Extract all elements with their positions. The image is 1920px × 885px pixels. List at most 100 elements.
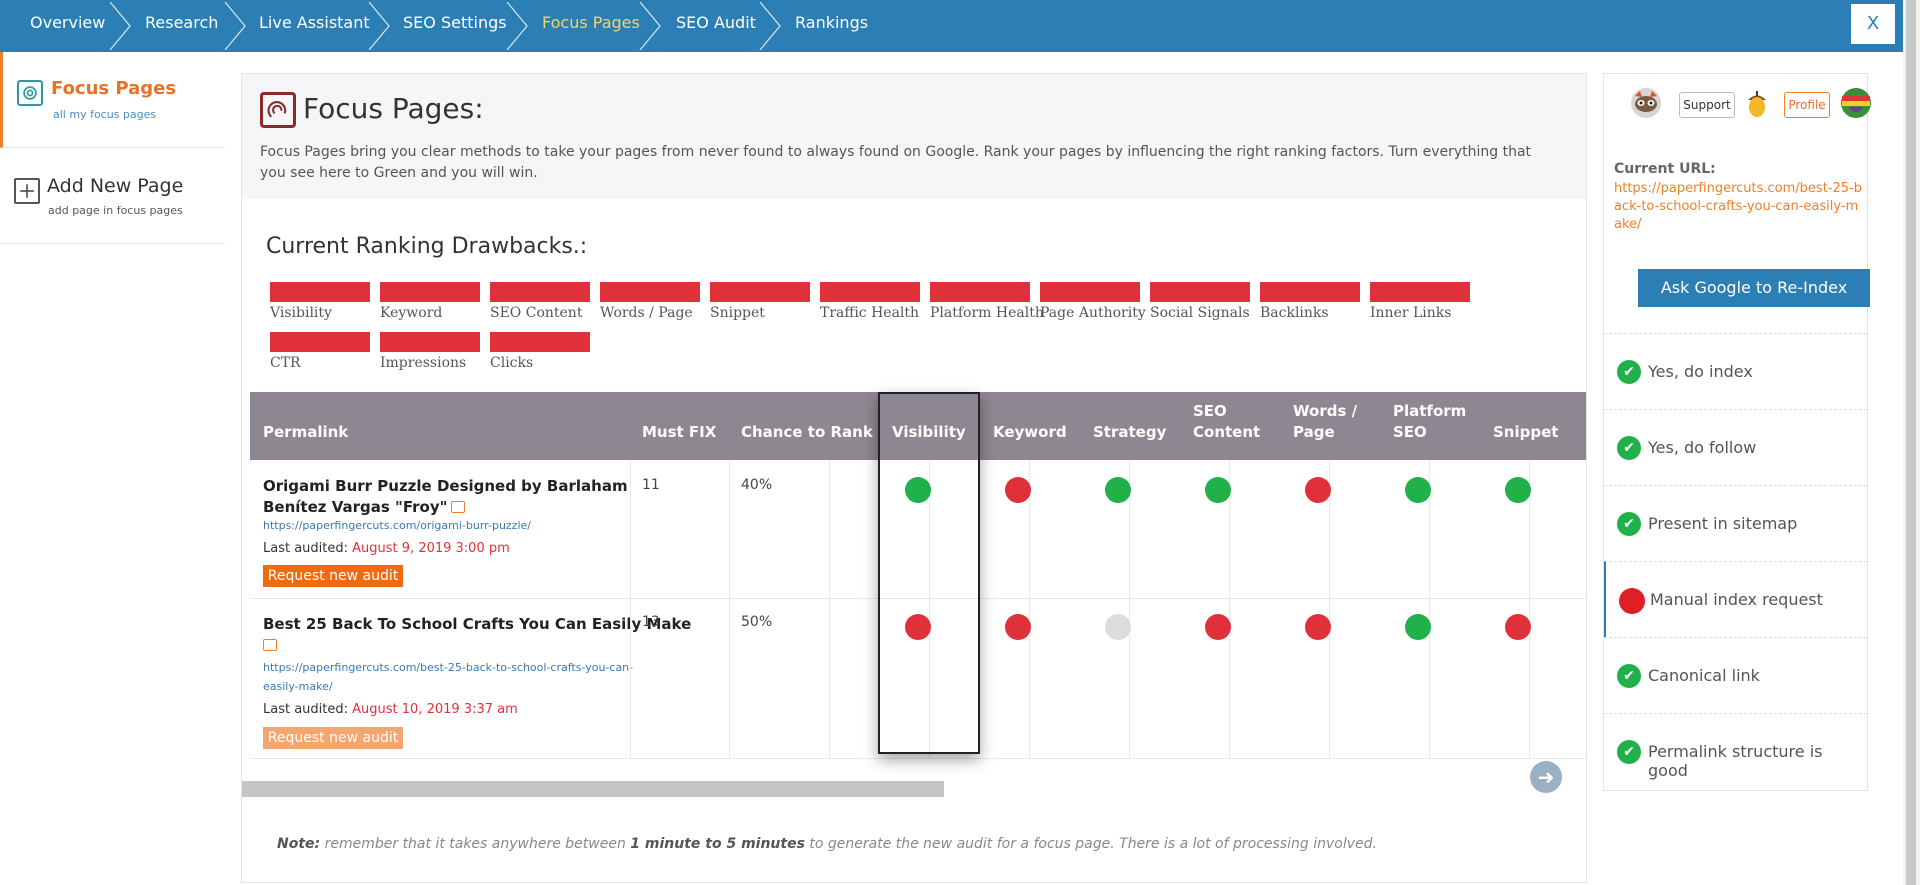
table-header: Permalink Must FIX Chance to Rank Visibi…: [250, 392, 1586, 460]
profile-button[interactable]: Profile: [1784, 92, 1830, 118]
drawback-bar: [1150, 282, 1250, 302]
error-dot-icon: [1619, 588, 1645, 614]
breadcrumb-separator-icon: [109, 2, 131, 50]
acorn-icon[interactable]: [1741, 87, 1773, 119]
column-header-seo-content: SEO Content: [1193, 401, 1260, 443]
nav-overview[interactable]: Overview: [30, 0, 105, 52]
column-header-keyword: Keyword: [993, 423, 1067, 441]
must-fix-count: 11: [642, 477, 660, 493]
column-header-visibility: Visibility: [892, 423, 966, 441]
drawback-bar: [270, 282, 370, 302]
breadcrumb-separator-icon: [224, 2, 246, 50]
status-dot-grey: [1105, 614, 1131, 640]
drawback-label: Snippet: [710, 305, 765, 321]
horizontal-scrollbar-thumb[interactable]: [242, 781, 944, 797]
page-title-link[interactable]: Origami Burr Puzzle Designed by Barlaham…: [263, 476, 628, 518]
drawback-bar: [380, 332, 480, 352]
nav-rankings[interactable]: Rankings: [795, 0, 868, 52]
sidebar-item-subtitle: all my focus pages: [53, 108, 157, 121]
index-check-item: ✔ Canonical link: [1604, 637, 1867, 713]
nav-live-assistant[interactable]: Live Assistant: [259, 0, 370, 52]
header-line: Words /: [1293, 402, 1358, 420]
edit-icon[interactable]: [451, 501, 466, 513]
nav-seo-settings[interactable]: SEO Settings: [403, 0, 507, 52]
note-text: remember that it takes anywhere between: [324, 836, 626, 852]
page-title-link[interactable]: Best 25 Back To School Crafts You Can Ea…: [263, 614, 691, 656]
sidebar-item-add-new-page[interactable]: Add New Page add page in focus pages: [0, 148, 225, 244]
raccoon-avatar-icon[interactable]: [1630, 87, 1662, 119]
check-label: Permalink structure is good: [1648, 742, 1823, 780]
status-dot-red: [1305, 477, 1331, 503]
status-dot-red: [1505, 614, 1531, 640]
breadcrumb-separator-icon: [506, 2, 528, 50]
row-title-line: Benítez Vargas "Froy": [263, 498, 448, 516]
status-dot-green: [1405, 614, 1431, 640]
drawback-label: CTR: [270, 355, 301, 371]
edit-icon[interactable]: [263, 639, 277, 651]
column-header-permalink: Permalink: [263, 423, 349, 441]
column-divider: [929, 460, 930, 599]
user-avatar-icon[interactable]: [1840, 87, 1872, 119]
sidebar-item-label: Focus Pages: [51, 78, 177, 99]
header-line: SEO: [1393, 423, 1427, 441]
column-divider: [1229, 460, 1230, 599]
support-button[interactable]: Support: [1679, 92, 1735, 118]
drawback-bar: [710, 282, 810, 302]
drawback-label: Inner Links: [1370, 305, 1452, 321]
header-line: SEO: [1193, 402, 1227, 420]
column-divider: [1429, 460, 1430, 599]
close-button[interactable]: X: [1851, 4, 1895, 44]
drawback-bar: [490, 332, 590, 352]
status-dot-red: [1005, 477, 1031, 503]
status-dot-red: [1305, 614, 1331, 640]
check-icon: ✔: [1617, 740, 1641, 764]
drawback-label: Impressions: [380, 355, 467, 371]
vertical-scrollbar-thumb[interactable]: [1906, 0, 1916, 885]
drawback-bar: [1040, 282, 1140, 302]
drawback-bar: [600, 282, 700, 302]
page-url-link[interactable]: https://paperfingercuts.com/best-25-back…: [263, 658, 633, 696]
nav-focus-pages[interactable]: Focus Pages: [542, 0, 640, 52]
drawback-label: Clicks: [490, 355, 534, 371]
url-line: easily-make/: [263, 680, 333, 693]
check-label: Yes, do follow: [1648, 438, 1757, 457]
column-divider: [630, 599, 631, 759]
drawback-bar: [490, 282, 590, 302]
drawbacks-heading: Current Ranking Drawbacks.:: [266, 234, 588, 259]
index-check-item: ✔ Yes, do follow: [1604, 409, 1867, 485]
reindex-button[interactable]: Ask Google to Re-Index: [1638, 269, 1870, 307]
sidebar-item-label: Add New Page: [47, 175, 184, 197]
column-divider: [1029, 460, 1030, 599]
drawback-bar: [1260, 282, 1360, 302]
status-dot-green: [905, 477, 931, 503]
top-navigation-bar: Overview Research Live Assistant SEO Set…: [0, 0, 1903, 52]
column-divider: [1329, 460, 1330, 599]
table-row: Origami Burr Puzzle Designed by Barlaham…: [250, 460, 1586, 599]
audited-date: August 9, 2019 3:00 pm: [352, 541, 510, 556]
note-label: Note:: [277, 836, 321, 852]
drawback-bar: [270, 332, 370, 352]
note-emphasis: 1 minute to 5 minutes: [630, 836, 805, 852]
page-url-link[interactable]: https://paperfingercuts.com/origami-burr…: [263, 516, 531, 535]
request-audit-button[interactable]: Request new audit: [263, 727, 403, 749]
breadcrumb-separator-icon: [639, 2, 661, 50]
drawback-label: Page Authority: [1040, 305, 1146, 321]
nav-research[interactable]: Research: [145, 0, 218, 52]
breadcrumb-separator-icon: [368, 2, 390, 50]
index-check-item: ✔ Permalink structure is good: [1604, 713, 1867, 789]
current-url-link[interactable]: https://paperfingercuts.com/best-25-back…: [1614, 180, 1862, 234]
nav-seo-audit[interactable]: SEO Audit: [676, 0, 756, 52]
check-icon: ✔: [1617, 436, 1641, 460]
check-icon: ✔: [1617, 664, 1641, 688]
column-divider: [729, 460, 730, 599]
drawback-label: Platform Health: [930, 305, 1044, 321]
processing-note: Note: remember that it takes anywhere be…: [277, 836, 1377, 852]
arrow-right-circle-icon[interactable]: ➜: [1530, 761, 1562, 793]
drawback-bar: [820, 282, 920, 302]
request-audit-button[interactable]: Request new audit: [263, 565, 403, 587]
sidebar-item-focus-pages[interactable]: Focus Pages all my focus pages: [0, 52, 225, 148]
focus-pages-icon: [260, 92, 296, 128]
must-fix-count: 13: [642, 614, 660, 630]
status-dot-green: [1205, 477, 1231, 503]
focus-pages-icon: [17, 80, 43, 106]
